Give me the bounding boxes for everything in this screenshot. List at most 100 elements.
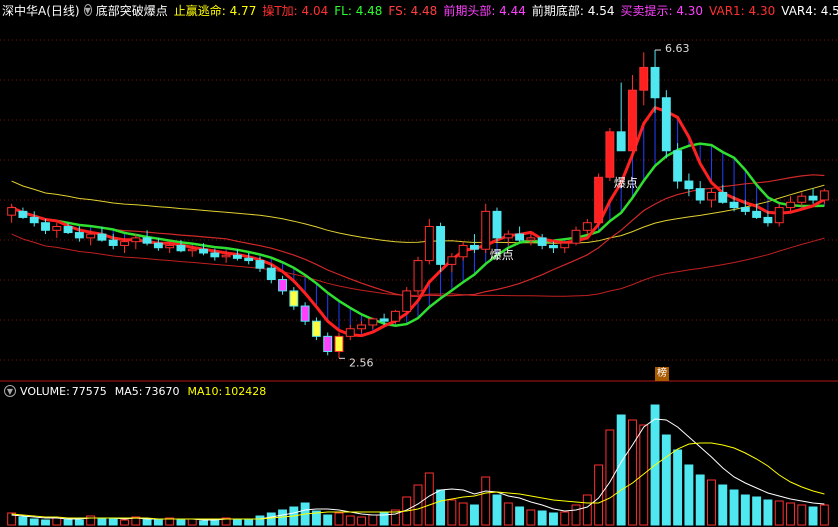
- volume-bar: [707, 479, 716, 526]
- candle: [797, 195, 807, 203]
- low-label: 2.56: [349, 356, 374, 369]
- candle: [52, 226, 62, 231]
- volume-bar: [18, 516, 28, 526]
- candle: [763, 216, 773, 224]
- volume-bar: [153, 519, 163, 526]
- candle: [492, 210, 502, 239]
- volume-bar: [29, 518, 39, 526]
- volume-bar: [266, 512, 276, 526]
- candle: [41, 222, 50, 231]
- candle: [142, 237, 152, 244]
- volume-bar: [368, 514, 378, 526]
- volume-bar: [447, 499, 457, 526]
- candle: [187, 248, 197, 252]
- candle: [628, 89, 637, 152]
- volume-bar: [774, 500, 784, 526]
- candle: [311, 320, 321, 337]
- volume-bar: [424, 472, 434, 526]
- volume-bar: [571, 504, 581, 526]
- candle: [774, 207, 784, 224]
- volume-bar: [684, 464, 694, 526]
- volume-bar: [7, 512, 17, 526]
- candle: [458, 244, 468, 258]
- volume-bar: [797, 504, 807, 526]
- signal-label: 爆点: [614, 176, 638, 190]
- volume-bar: [808, 506, 818, 526]
- candle: [278, 279, 287, 292]
- candle: [29, 216, 39, 224]
- high-label: 6.63: [665, 42, 690, 55]
- volume-label: VOLUME:: [20, 384, 70, 398]
- volume-bar: [131, 516, 141, 526]
- volume-bar: [86, 515, 96, 526]
- volume-bar: [199, 520, 208, 526]
- volume-bar: [628, 419, 637, 526]
- candle: [210, 252, 220, 258]
- ma10-label: MA10:: [187, 384, 223, 398]
- volume-bar: [752, 496, 762, 526]
- volume-bar: [221, 517, 231, 526]
- candle: [131, 237, 141, 243]
- candle: [244, 257, 254, 262]
- candle: [481, 210, 491, 250]
- volume-bar: [187, 518, 197, 526]
- candle: [379, 318, 389, 322]
- candle: [616, 131, 626, 152]
- volume-bar: [537, 510, 547, 526]
- candle: [729, 201, 739, 209]
- volume-bar: [289, 506, 299, 526]
- volume-bar: [729, 489, 739, 526]
- candle: [199, 248, 208, 254]
- volume-bar: [390, 509, 400, 526]
- price-chart[interactable]: 6.632.56爆点爆点: [0, 0, 838, 383]
- volume-bar: [616, 414, 626, 526]
- candle: [334, 335, 344, 352]
- volume-bar: [786, 502, 795, 526]
- volume-bar: [232, 518, 242, 526]
- volume-bar: [560, 511, 570, 526]
- volume-bar: [379, 512, 389, 526]
- volume-bar: [763, 499, 773, 526]
- volume-ma5-line: [11, 418, 825, 521]
- volume-bar: [740, 494, 750, 526]
- candle: [165, 244, 175, 249]
- candle: [413, 260, 423, 292]
- candle: [786, 201, 795, 209]
- volume-bar: [526, 509, 536, 526]
- volume-bar: [492, 494, 502, 526]
- volume-bar: [413, 484, 423, 526]
- candle: [255, 260, 265, 269]
- rank-badge[interactable]: 榜: [655, 367, 669, 381]
- volume-bar: [120, 519, 129, 526]
- volume-bar: [97, 517, 107, 526]
- volume-bar: [819, 504, 829, 526]
- candle: [537, 237, 547, 246]
- candle: [447, 256, 457, 265]
- ma5-value: 73670: [144, 384, 180, 398]
- volume-bar: [244, 519, 254, 526]
- volume-bar: [300, 502, 310, 526]
- candle: [390, 310, 400, 322]
- volume-bar: [515, 506, 525, 526]
- candle: [436, 226, 446, 265]
- volume-bar: [549, 512, 558, 526]
- candle: [582, 222, 592, 231]
- volume-bar: [74, 519, 84, 526]
- volume-bar: [63, 518, 73, 526]
- candle: [345, 328, 355, 337]
- volume-bar: [582, 494, 592, 526]
- candle: [63, 226, 73, 234]
- candle: [650, 66, 660, 99]
- volume-bar: [661, 434, 671, 526]
- candle: [18, 210, 28, 218]
- volume-bar: [357, 516, 367, 526]
- candle: [718, 191, 728, 203]
- settings-icon[interactable]: ▼: [4, 385, 16, 397]
- candle: [571, 229, 581, 244]
- volume-value: 77575: [71, 384, 107, 398]
- volume-bar: [673, 449, 683, 526]
- candle: [357, 324, 367, 330]
- volume-bar: [402, 496, 412, 526]
- volume-bar: [176, 519, 186, 526]
- candle: [176, 244, 186, 252]
